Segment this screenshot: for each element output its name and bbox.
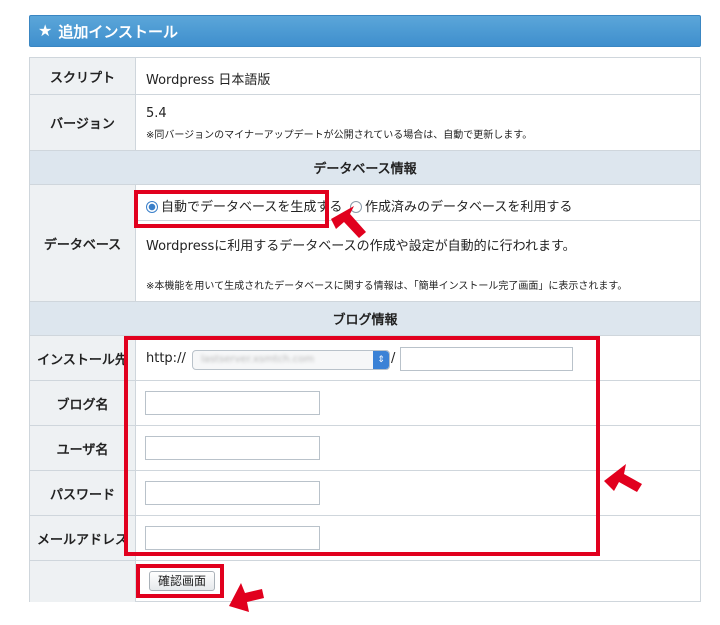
arrow-icon <box>604 464 642 492</box>
arrow-icon <box>331 206 366 238</box>
annotation-arrows <box>229 206 642 612</box>
arrow-icon <box>229 583 264 612</box>
